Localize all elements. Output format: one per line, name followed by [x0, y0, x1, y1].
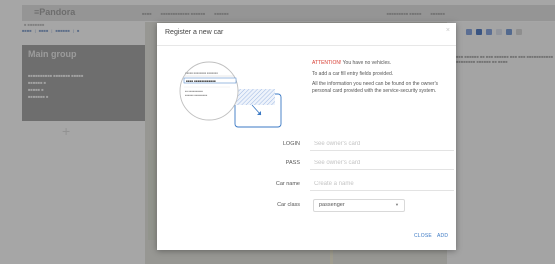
owner-card-illustration: ■■■■■ ■■■■■■■■ ■■■■■■■ ■■■■ ■■■■■■■■■■■■…	[179, 61, 282, 128]
attention-label: ATTENTION!	[312, 60, 342, 66]
close-button[interactable]: CLOSE	[414, 233, 432, 239]
dialog-header: Register a new car ×	[157, 23, 456, 46]
car-class-value: passenger	[319, 202, 345, 208]
pass-row: PASS	[157, 157, 456, 171]
car-name-label: Car name	[275, 181, 300, 187]
login-row: LOGIN	[157, 138, 456, 152]
close-icon[interactable]: ×	[446, 27, 450, 34]
card-line-text: ■■■■■■ ■■■■■■■■■	[185, 94, 208, 97]
dialog-title: Register a new car	[165, 29, 224, 36]
chevron-down-icon: ▼	[395, 202, 399, 207]
card-line-text: ■■ ■■■■■■■■■■	[185, 90, 204, 93]
info-text: To add a car fill entry fields provided.	[312, 71, 394, 77]
info-text: All the information you need can be foun…	[312, 81, 439, 94]
login-input[interactable]	[310, 138, 454, 151]
car-name-row: Car name	[157, 178, 456, 192]
attention-message: ATTENTION! You have no vehicles.	[312, 60, 444, 67]
pass-input[interactable]	[310, 157, 454, 170]
car-class-label: Car class	[277, 202, 300, 208]
pass-label: PASS	[285, 160, 300, 166]
card-code-text: ■■■■ ■■■■■■■■■■■■	[186, 79, 216, 83]
register-car-dialog: Register a new car × ■■■■■ ■■■■■■■■ ■■■■…	[157, 23, 456, 250]
card-row-text: ■■■■■ ■■■■■■■■ ■■■■■■■	[185, 72, 218, 75]
add-button[interactable]: ADD	[437, 233, 448, 239]
car-name-input[interactable]	[310, 178, 454, 191]
login-label: LOGIN	[282, 141, 300, 147]
car-class-select[interactable]: passenger ▼	[313, 199, 405, 212]
attention-text: You have no vehicles.	[342, 60, 392, 66]
car-class-row: Car class passenger ▼	[157, 199, 456, 213]
